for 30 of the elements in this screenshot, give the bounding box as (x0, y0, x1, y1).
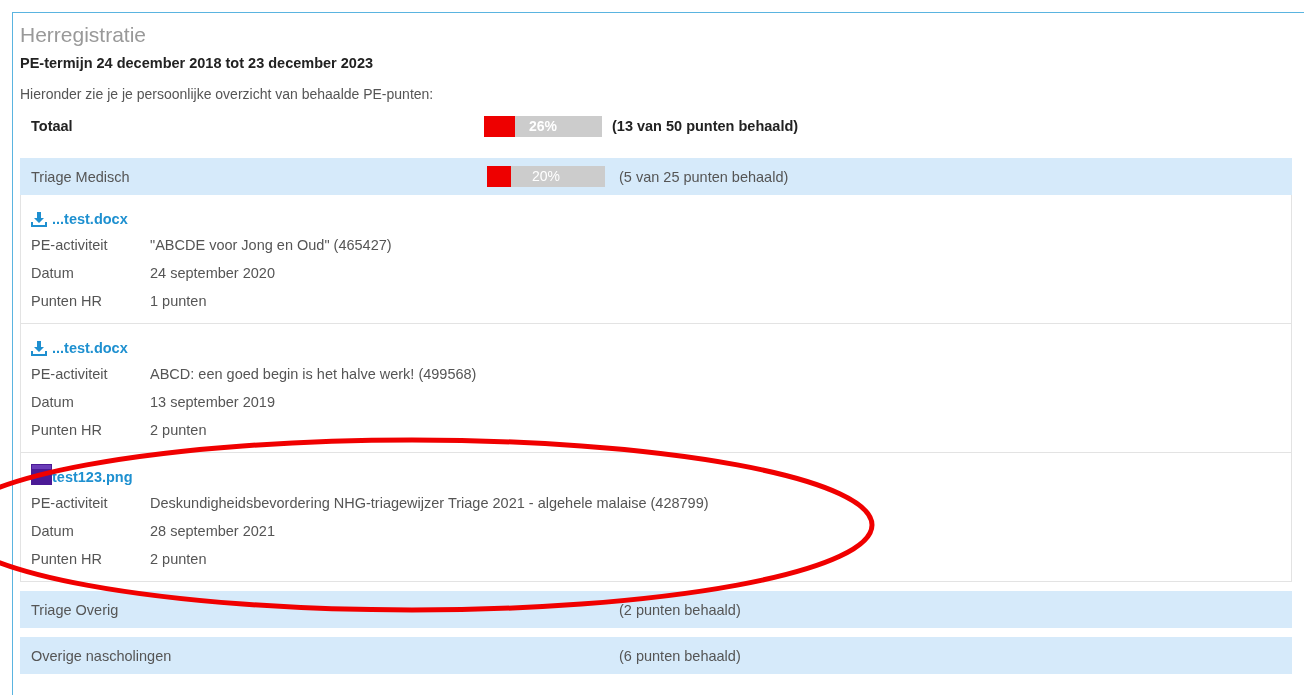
download-icon (31, 212, 47, 227)
field-value: ABCD: een goed begin is het halve werk! (499568) (150, 366, 477, 382)
field-label: Datum (31, 394, 75, 410)
field-value: Deskundigheidsbevordering NHG-triagewijzer Triage 2021 - algehele malaise (428799) (150, 495, 709, 511)
category-row[interactable]: Triage Overig (2 punten behaald) (20, 591, 1292, 628)
field-label: Punten HR (31, 551, 103, 567)
field-label: Datum (31, 265, 75, 281)
points-text: (13 van 50 punten behaald) (612, 118, 799, 134)
total-label: Totaal (31, 118, 74, 134)
file-link[interactable]: ...test.docx (31, 335, 128, 356)
field-value: "ABCDE voor Jong en Oud" (465427) (150, 237, 392, 253)
field-label: Punten HR (31, 293, 103, 309)
field-value: 28 september 2021 (150, 523, 275, 539)
field-label: Punten HR (31, 422, 103, 438)
field-label: PE-activiteit (31, 237, 109, 253)
intro-text: Hieronder zie je je persoonlijke overzicht van behaalde PE-punten: (20, 85, 435, 103)
field-value: 2 punten (150, 422, 207, 438)
file-link[interactable]: ...test.docx (31, 206, 128, 227)
field-value: 1 punten (150, 293, 207, 309)
page-title: Herregistratie (20, 22, 148, 48)
field-label: PE-activiteit (31, 495, 109, 511)
file-link[interactable]: test123.png (31, 464, 133, 485)
field-value: 24 september 2020 (150, 265, 275, 281)
category-row[interactable]: Overige nascholingen (6 punten behaald) (20, 637, 1292, 674)
field-value: 13 september 2019 (150, 394, 275, 410)
field-value: 2 punten (150, 551, 207, 567)
term-heading: PE-termijn 24 december 2018 tot 23 december 2023 (20, 54, 374, 72)
download-icon (31, 341, 47, 356)
field-label: PE-activiteit (31, 366, 109, 382)
field-label: Datum (31, 523, 75, 539)
